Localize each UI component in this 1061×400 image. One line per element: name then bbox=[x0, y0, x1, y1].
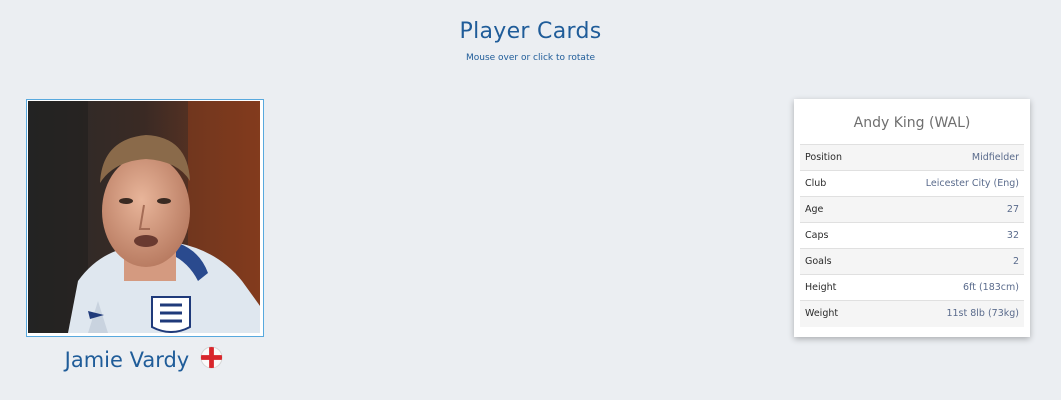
stat-value: 6ft (183cm) bbox=[963, 282, 1019, 293]
stat-value: Midfielder bbox=[971, 152, 1019, 163]
stat-label: Age bbox=[805, 204, 824, 215]
stat-label: Club bbox=[805, 178, 827, 189]
stat-label: Weight bbox=[805, 308, 839, 320]
stat-label: Goals bbox=[805, 256, 832, 267]
player-card-front[interactable] bbox=[26, 99, 264, 337]
stat-row-position: Position Midfielder bbox=[800, 144, 1024, 171]
stat-value: Leicester City (Eng) bbox=[925, 178, 1019, 189]
card-title: Andy King (WAL) bbox=[853, 115, 971, 131]
stat-row-goals: Goals 2 bbox=[800, 248, 1024, 275]
stat-value: 2 bbox=[1012, 256, 1019, 267]
page-subtitle: Mouse over or click to rotate bbox=[465, 53, 596, 63]
stat-label: Height bbox=[805, 282, 837, 293]
page-title: Player Cards bbox=[459, 19, 602, 44]
stat-label: Position bbox=[805, 152, 842, 163]
page-header: Player Cards Mouse over or click to rota… bbox=[0, 19, 1061, 63]
stat-row-weight: Weight 11st 8lb (73kg) bbox=[800, 300, 1024, 327]
player-name-row: Jamie Vardy bbox=[26, 345, 262, 372]
player-name: Jamie Vardy bbox=[64, 348, 190, 372]
player-card-back[interactable]: Andy King (WAL) Position Midfielder Club… bbox=[794, 99, 1030, 337]
stat-row-age: Age 27 bbox=[800, 196, 1024, 223]
stat-row-caps: Caps 32 bbox=[800, 222, 1024, 249]
stats-table: Position Midfielder Club Leicester City … bbox=[800, 144, 1024, 327]
stat-label: Caps bbox=[805, 230, 829, 241]
stat-row-club: Club Leicester City (Eng) bbox=[800, 170, 1024, 197]
stat-value: 27 bbox=[1006, 204, 1019, 215]
stat-value: 32 bbox=[1006, 230, 1019, 241]
england-flag-icon bbox=[200, 345, 223, 369]
stat-value: 11st 8lb (73kg) bbox=[946, 308, 1019, 320]
player-photo bbox=[28, 101, 260, 333]
stat-row-height: Height 6ft (183cm) bbox=[800, 274, 1024, 301]
